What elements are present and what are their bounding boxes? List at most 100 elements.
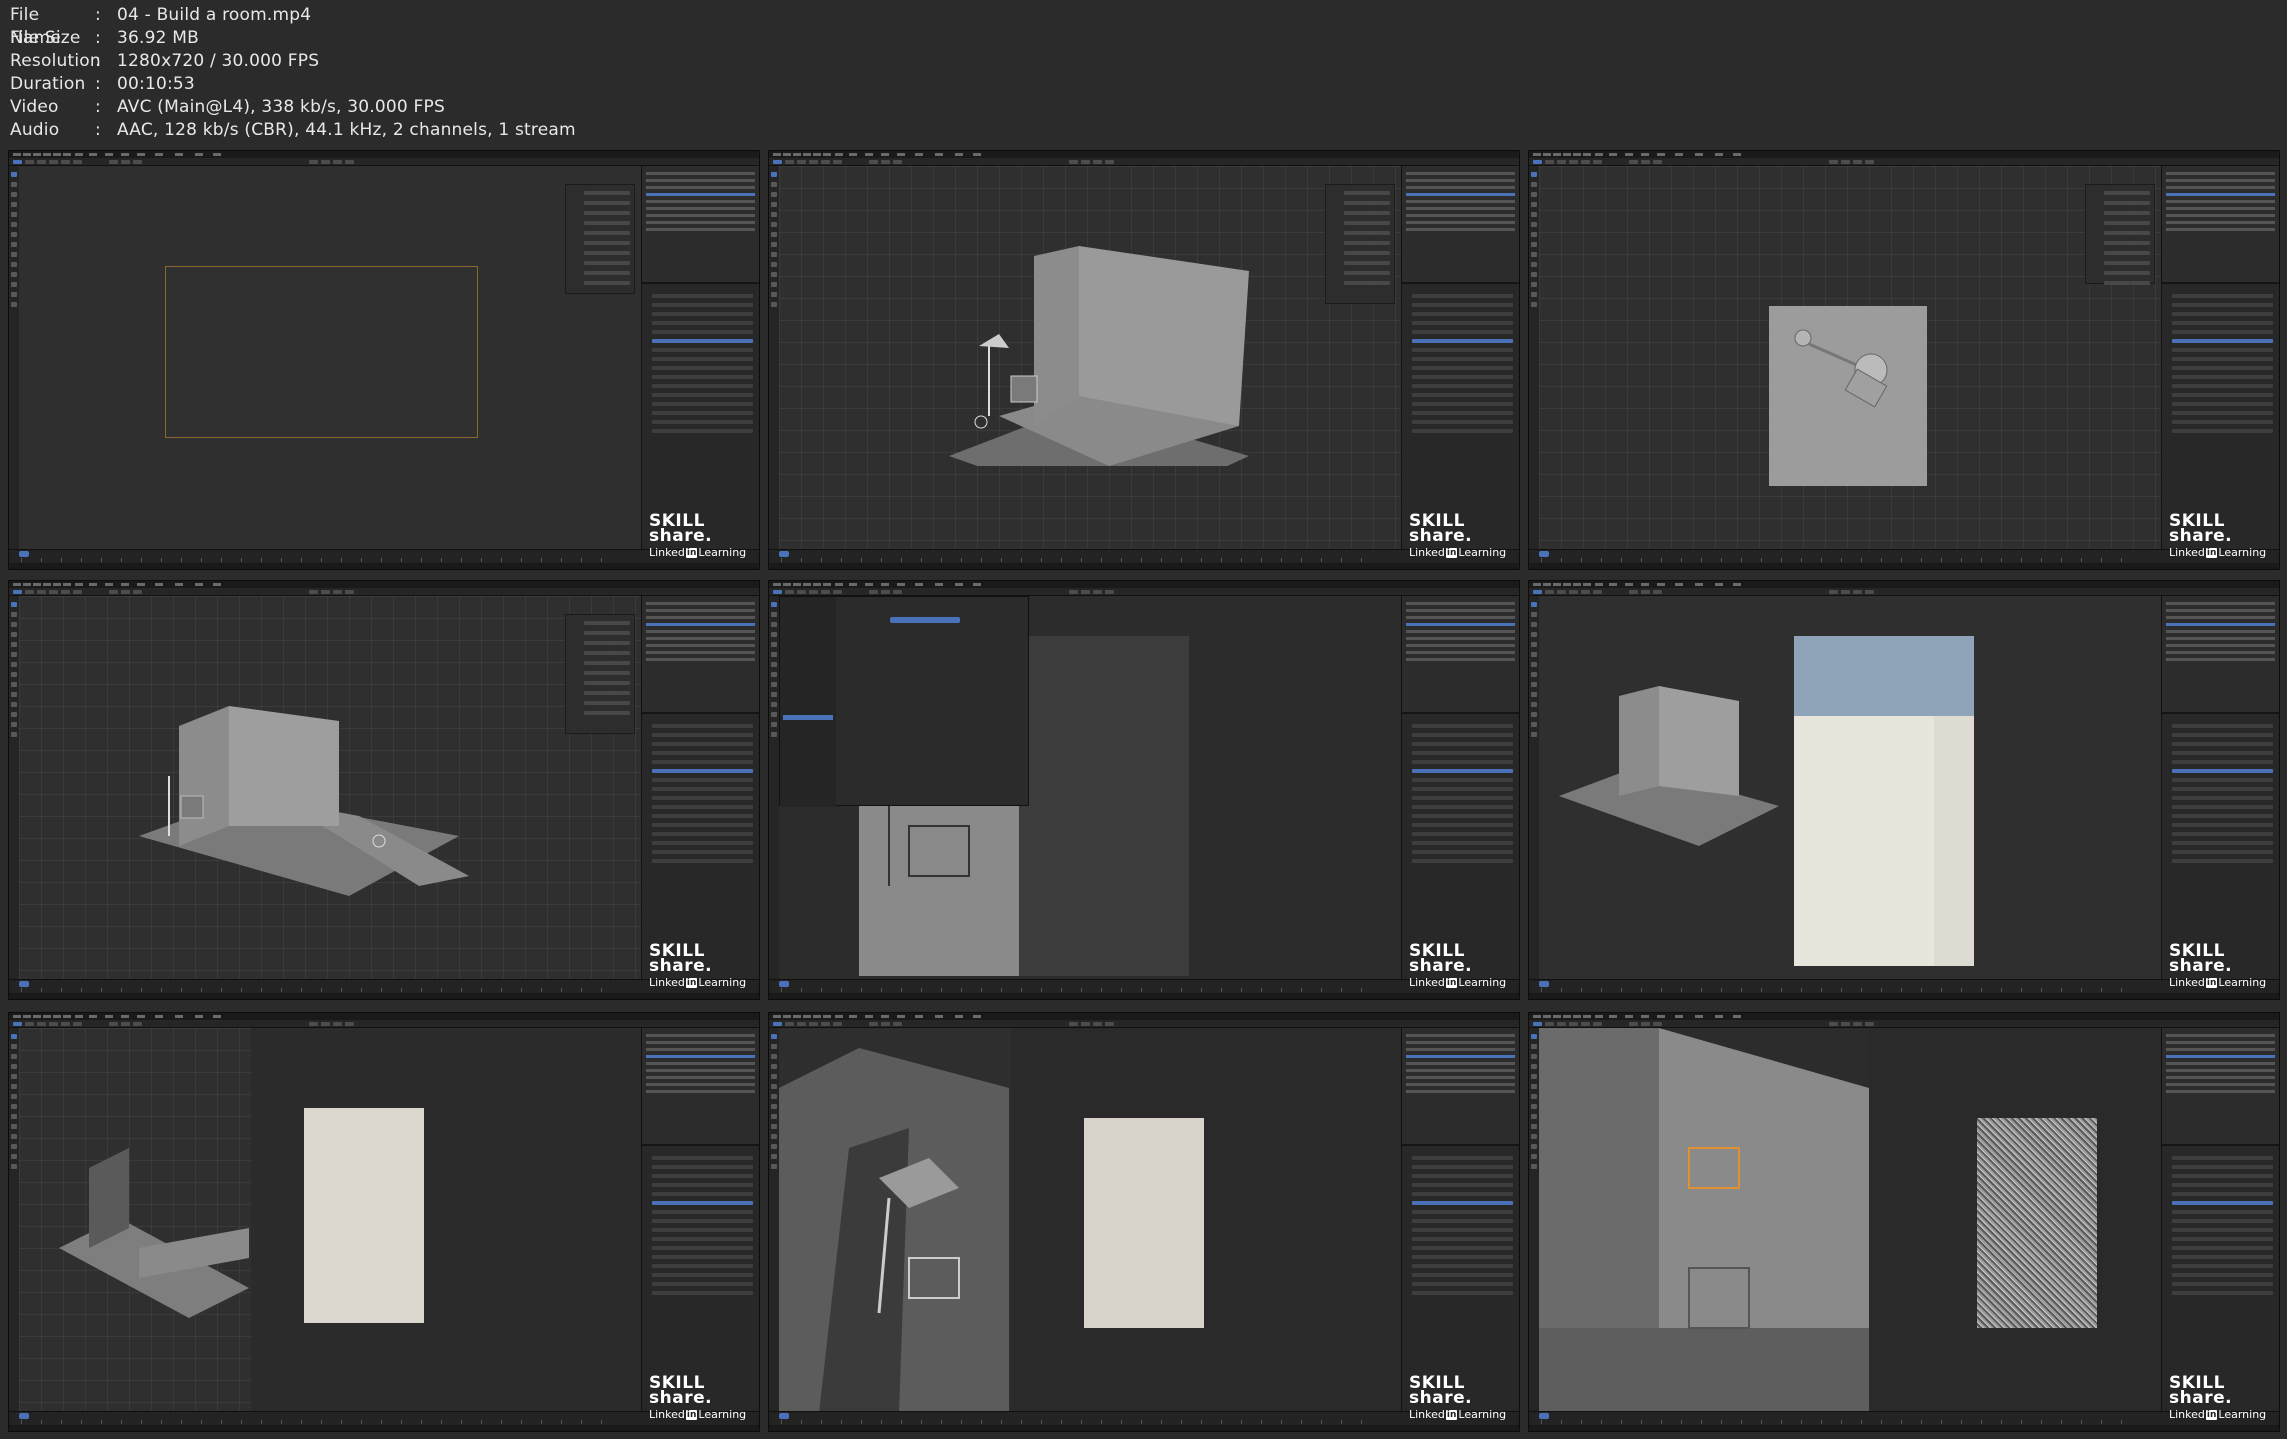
menu-item[interactable]: [1583, 153, 1591, 156]
menu-item[interactable]: [803, 583, 811, 586]
header-button[interactable]: [37, 1022, 46, 1026]
menu-item[interactable]: [1733, 583, 1741, 586]
transform-field[interactable]: [1344, 281, 1390, 285]
tool-button[interactable]: [1531, 1044, 1537, 1049]
property-field[interactable]: [1412, 724, 1513, 728]
property-field[interactable]: [652, 348, 753, 352]
tool-button[interactable]: [771, 1074, 777, 1079]
header-button[interactable]: [109, 590, 118, 594]
menu-item[interactable]: [1695, 583, 1703, 586]
outliner-row[interactable]: [1406, 658, 1515, 661]
property-field[interactable]: [1412, 411, 1513, 415]
tool-button[interactable]: [11, 672, 17, 677]
property-field[interactable]: [2172, 805, 2273, 809]
menu-item[interactable]: [915, 153, 923, 156]
menu-item[interactable]: [1675, 153, 1683, 156]
property-field[interactable]: [2172, 375, 2273, 379]
tool-button[interactable]: [1531, 1134, 1537, 1139]
outliner-row[interactable]: [1406, 1069, 1515, 1072]
menu-item[interactable]: [1625, 1015, 1633, 1018]
header-button[interactable]: [797, 1022, 806, 1026]
header-button[interactable]: [1557, 1022, 1566, 1026]
tool-button[interactable]: [11, 622, 17, 627]
transform-field[interactable]: [584, 701, 630, 705]
property-field[interactable]: [2172, 787, 2273, 791]
property-field[interactable]: [1412, 1192, 1513, 1196]
tool-button[interactable]: [771, 612, 777, 617]
property-field[interactable]: [652, 1273, 753, 1277]
outliner-row[interactable]: [1406, 623, 1515, 626]
timeline-playhead[interactable]: [779, 981, 789, 987]
property-field[interactable]: [2172, 1291, 2273, 1295]
property-field[interactable]: [652, 1219, 753, 1223]
video-thumbnail-6[interactable]: SKILL share. Linked in Learning: [1528, 580, 2280, 1000]
property-field[interactable]: [1412, 1183, 1513, 1187]
menu-item[interactable]: [1609, 153, 1617, 156]
tool-button[interactable]: [1531, 692, 1537, 697]
outliner-row[interactable]: [646, 1034, 755, 1037]
outliner-row[interactable]: [2166, 1048, 2275, 1051]
outliner-row[interactable]: [1406, 186, 1515, 189]
outliner-row[interactable]: [646, 221, 755, 224]
tool-button[interactable]: [1531, 722, 1537, 727]
property-field[interactable]: [2172, 393, 2273, 397]
tool-button[interactable]: [11, 1124, 17, 1129]
property-field[interactable]: [1412, 375, 1513, 379]
header-button[interactable]: [1653, 1022, 1662, 1026]
tool-button[interactable]: [771, 1034, 777, 1039]
menu-item[interactable]: [803, 153, 811, 156]
outliner-row[interactable]: [2166, 602, 2275, 605]
tool-button[interactable]: [771, 682, 777, 687]
header-button[interactable]: [1105, 1022, 1114, 1026]
tool-button[interactable]: [771, 262, 777, 267]
menu-item[interactable]: [783, 583, 791, 586]
tool-button[interactable]: [1531, 712, 1537, 717]
transform-field[interactable]: [584, 661, 630, 665]
property-field[interactable]: [1412, 1291, 1513, 1295]
transform-field[interactable]: [1344, 201, 1390, 205]
outliner-row[interactable]: [1406, 1034, 1515, 1037]
tool-button[interactable]: [1531, 212, 1537, 217]
header-button[interactable]: [1629, 590, 1638, 594]
menu-item[interactable]: [155, 1015, 163, 1018]
tool-button[interactable]: [11, 282, 17, 287]
tool-button[interactable]: [11, 1164, 17, 1169]
tool-button[interactable]: [11, 192, 17, 197]
outliner-row[interactable]: [646, 1076, 755, 1079]
outliner-row[interactable]: [2166, 179, 2275, 182]
transform-field[interactable]: [1344, 211, 1390, 215]
menu-item[interactable]: [1583, 1015, 1591, 1018]
header-button[interactable]: [1829, 1022, 1838, 1026]
transform-field[interactable]: [584, 191, 630, 195]
outliner-row[interactable]: [2166, 221, 2275, 224]
property-field[interactable]: [1412, 859, 1513, 863]
menu-item[interactable]: [1543, 583, 1551, 586]
menu-item[interactable]: [23, 153, 31, 156]
menu-item[interactable]: [793, 153, 801, 156]
tool-button[interactable]: [771, 212, 777, 217]
menu-item[interactable]: [835, 1015, 843, 1018]
transform-field[interactable]: [584, 271, 630, 275]
menu-item[interactable]: [105, 153, 113, 156]
header-button[interactable]: [1829, 160, 1838, 164]
property-field[interactable]: [2172, 321, 2273, 325]
outliner-row[interactable]: [2166, 1055, 2275, 1058]
tool-button[interactable]: [771, 622, 777, 627]
menu-item[interactable]: [1733, 1015, 1741, 1018]
tool-button[interactable]: [11, 662, 17, 667]
outliner-row[interactable]: [2166, 609, 2275, 612]
outliner-row[interactable]: [1406, 630, 1515, 633]
tool-button[interactable]: [11, 1064, 17, 1069]
property-field[interactable]: [2172, 348, 2273, 352]
tool-button[interactable]: [11, 242, 17, 247]
header-button[interactable]: [1533, 590, 1542, 594]
property-field[interactable]: [1412, 384, 1513, 388]
menu-item[interactable]: [881, 153, 889, 156]
property-field[interactable]: [652, 1210, 753, 1214]
property-field[interactable]: [2172, 1201, 2273, 1205]
menu-item[interactable]: [773, 583, 781, 586]
menu-item[interactable]: [1625, 153, 1633, 156]
tool-button[interactable]: [1531, 282, 1537, 287]
header-button[interactable]: [785, 160, 794, 164]
menu-item[interactable]: [195, 1015, 203, 1018]
